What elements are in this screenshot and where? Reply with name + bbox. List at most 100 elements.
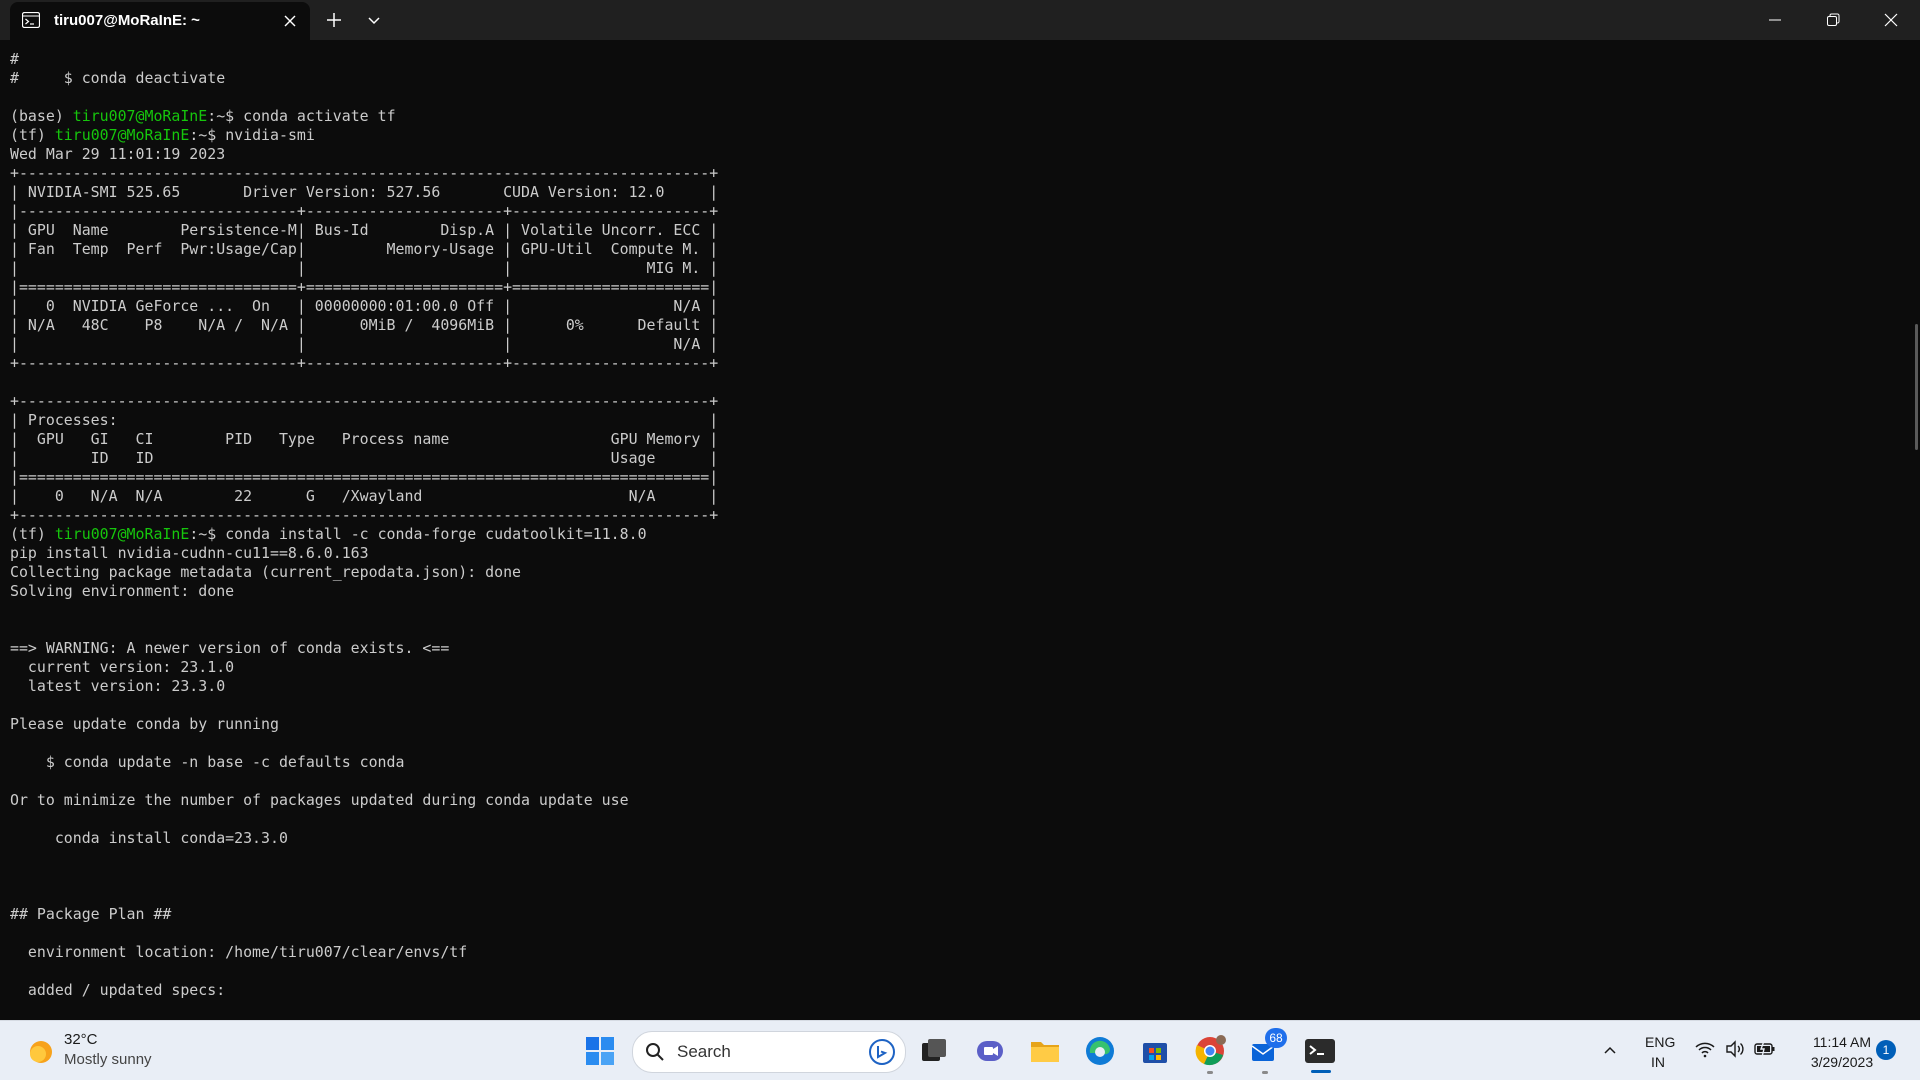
- terminal-line: $ conda update -n base -c defaults conda: [10, 753, 405, 771]
- terminal-line: | Processes: |: [10, 411, 719, 429]
- search-placeholder: Search: [677, 1042, 731, 1061]
- terminal-line: conda install conda=23.3.0: [10, 829, 288, 847]
- terminal-active-indicator: [1311, 1070, 1331, 1073]
- microsoft-store-icon[interactable]: [1137, 1033, 1173, 1069]
- terminal-line: |=======================================…: [10, 468, 719, 486]
- prompt-path: :~$: [189, 525, 226, 543]
- terminal-line: added / updated specs:: [10, 981, 226, 999]
- minimize-button[interactable]: [1746, 0, 1804, 40]
- chrome-browser-icon[interactable]: [1192, 1033, 1228, 1069]
- terminal-line: +-------------------------------+-------…: [10, 354, 719, 372]
- search-icon: [646, 1043, 664, 1061]
- terminal-line: Solving environment: done: [10, 582, 235, 600]
- terminal-line: +---------------------------------------…: [10, 506, 719, 524]
- terminal-line: pip install nvidia-cudnn-cu11==8.6.0.163: [10, 544, 369, 562]
- terminal-line: | | | MIG M. |: [10, 259, 719, 277]
- weather-description[interactable]: Mostly sunny: [64, 1051, 152, 1068]
- prompt-user-host: tiru007@MoRaInE: [54, 525, 190, 543]
- wifi-icon[interactable]: [1694, 1039, 1716, 1059]
- prompt-user-host: tiru007@MoRaInE: [72, 107, 208, 125]
- terminal-line: | NVIDIA-SMI 525.65 Driver Version: 527.…: [10, 183, 719, 201]
- file-explorer-icon[interactable]: [1027, 1033, 1063, 1069]
- mail-unread-badge: 68: [1265, 1028, 1287, 1048]
- terminal-icon: [22, 12, 40, 28]
- prompt-path: :~$: [189, 126, 226, 144]
- terminal-line: ## Package Plan ##: [10, 905, 172, 923]
- language-code: ENG: [1645, 1034, 1676, 1050]
- terminal-line: | 0 N/A N/A 22 G /Xwayland N/A |: [10, 487, 719, 505]
- prompt-env: (base): [10, 107, 73, 125]
- new-tab-icon[interactable]: [322, 8, 346, 32]
- teams-chat-icon[interactable]: [972, 1033, 1008, 1069]
- weather-sun-icon[interactable]: [26, 1037, 56, 1067]
- prompt-env: (tf): [10, 525, 55, 543]
- terminal-output-area[interactable]: # # $ conda deactivate (base) tiru007@MoRa…: [0, 40, 1920, 1020]
- close-window-button[interactable]: [1862, 0, 1920, 40]
- chevron-up-icon[interactable]: [1600, 1040, 1620, 1060]
- volume-icon[interactable]: [1724, 1039, 1746, 1059]
- prompt-command: conda activate tf: [243, 107, 396, 125]
- terminal-line: Please update conda by running: [10, 715, 279, 733]
- terminal-line: +---------------------------------------…: [10, 392, 719, 410]
- restore-button[interactable]: [1804, 0, 1862, 40]
- terminal-line: +---------------------------------------…: [10, 164, 719, 182]
- terminal-line: | GPU Name Persistence-M| Bus-Id Disp.A …: [10, 221, 719, 239]
- minimize-icon: [1769, 19, 1781, 21]
- terminal-line: | N/A 48C P8 N/A / N/A | 0MiB / 4096MiB …: [10, 316, 719, 334]
- title-bar: tiru007@MoRaInE: ~: [0, 0, 1920, 40]
- prompt-env: (tf): [10, 126, 55, 144]
- close-tab-icon[interactable]: [280, 11, 300, 31]
- terminal-line: | 0 NVIDIA GeForce ... On | 00000000:01:…: [10, 297, 719, 315]
- task-view-icon[interactable]: [916, 1033, 952, 1069]
- terminal-line: (base) tiru007@MoRaInE:~$ conda activate…: [10, 107, 718, 126]
- battery-charging-icon[interactable]: [1753, 1039, 1777, 1059]
- prompt-command: conda install -c conda-forge cudatoolkit…: [225, 525, 647, 543]
- terminal-line: Or to minimize the number of packages up…: [10, 791, 629, 809]
- terminal-line: (tf) tiru007@MoRaInE:~$ conda install -c…: [10, 525, 718, 544]
- terminal-line: (tf) tiru007@MoRaInE:~$ nvidia-smi: [10, 126, 718, 145]
- taskbar: 32°C Mostly sunny Search: [0, 1020, 1920, 1080]
- tab-title: tiru007@MoRaInE: ~: [54, 12, 200, 29]
- terminal-line: # $ conda deactivate: [10, 69, 226, 87]
- taskbar-search-box[interactable]: Search: [632, 1031, 906, 1073]
- terminal-line: | | | N/A |: [10, 335, 719, 353]
- terminal-line: | GPU GI CI PID Type Process name GPU Me…: [10, 430, 719, 448]
- language-indicator[interactable]: ENG IN: [1645, 1032, 1676, 1072]
- terminal-line: Wed Mar 29 11:01:19 2023: [10, 145, 226, 163]
- chrome-running-indicator: [1207, 1071, 1213, 1074]
- weather-temperature[interactable]: 32°C: [64, 1031, 98, 1048]
- prompt-path: :~$: [207, 107, 244, 125]
- terminal-line: | Fan Temp Perf Pwr:Usage/Cap| Memory-Us…: [10, 240, 719, 258]
- region-code: IN: [1651, 1054, 1665, 1070]
- terminal-text: # # $ conda deactivate (base) tiru007@MoRa…: [10, 50, 718, 1000]
- bing-icon[interactable]: [869, 1039, 895, 1065]
- terminal-line: |-------------------------------+-------…: [10, 202, 719, 220]
- edge-browser-icon[interactable]: [1082, 1033, 1118, 1069]
- notification-count-badge[interactable]: 1: [1876, 1040, 1896, 1060]
- terminal-line: |===============================+=======…: [10, 278, 719, 296]
- terminal-line: latest version: 23.3.0: [10, 677, 226, 695]
- close-icon: [1884, 13, 1898, 27]
- terminal-line: ==> WARNING: A newer version of conda ex…: [10, 639, 450, 657]
- terminal-app-icon[interactable]: [1302, 1033, 1338, 1069]
- windows-start-icon[interactable]: [582, 1033, 618, 1069]
- prompt-user-host: tiru007@MoRaInE: [54, 126, 190, 144]
- terminal-scrollbar[interactable]: [1915, 324, 1918, 450]
- terminal-line: Collecting package metadata (current_rep…: [10, 563, 522, 581]
- terminal-line: current version: 23.1.0: [10, 658, 235, 676]
- terminal-tab[interactable]: tiru007@MoRaInE: ~: [10, 2, 310, 40]
- chevron-down-icon[interactable]: [362, 8, 386, 32]
- terminal-line: environment location: /home/tiru007/clea…: [10, 943, 468, 961]
